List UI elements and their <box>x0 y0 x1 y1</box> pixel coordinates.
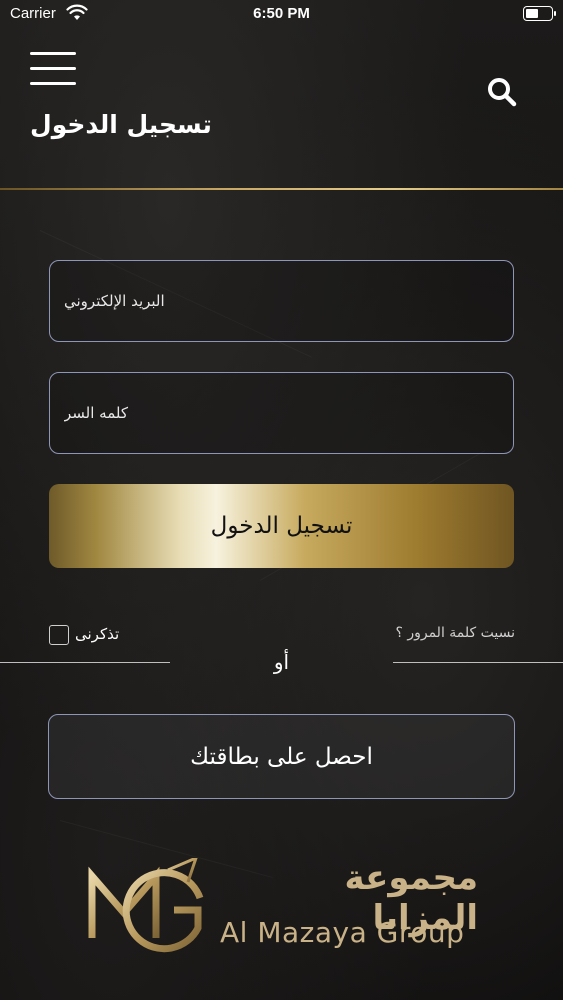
or-label: أو <box>273 650 290 674</box>
company-logo: مجموعة المزايا Al Mazaya Group <box>88 855 478 958</box>
page-title: تسجيل الدخول <box>30 110 212 139</box>
forgot-password-link[interactable]: نسيت كلمة المرور ؟ <box>395 625 515 641</box>
battery-icon <box>523 6 556 21</box>
password-field-container <box>49 372 514 454</box>
get-card-button[interactable]: احصل على بطاقتك <box>48 714 515 799</box>
remember-checkbox[interactable] <box>49 625 69 645</box>
remember-label: تذكرنى <box>75 625 120 643</box>
password-field[interactable] <box>50 373 513 453</box>
menu-icon[interactable] <box>30 52 76 88</box>
search-icon[interactable] <box>484 74 520 110</box>
clock: 6:50 PM <box>253 5 310 22</box>
status-bar: Carrier 6:50 PM <box>0 0 563 30</box>
email-field[interactable] <box>50 261 513 341</box>
login-button[interactable]: تسجيل الدخول <box>49 484 514 568</box>
mg-logo-icon <box>88 855 204 953</box>
email-field-container <box>49 260 514 342</box>
header-divider <box>0 188 563 190</box>
logo-english-text: Al Mazaya Group <box>220 916 465 949</box>
